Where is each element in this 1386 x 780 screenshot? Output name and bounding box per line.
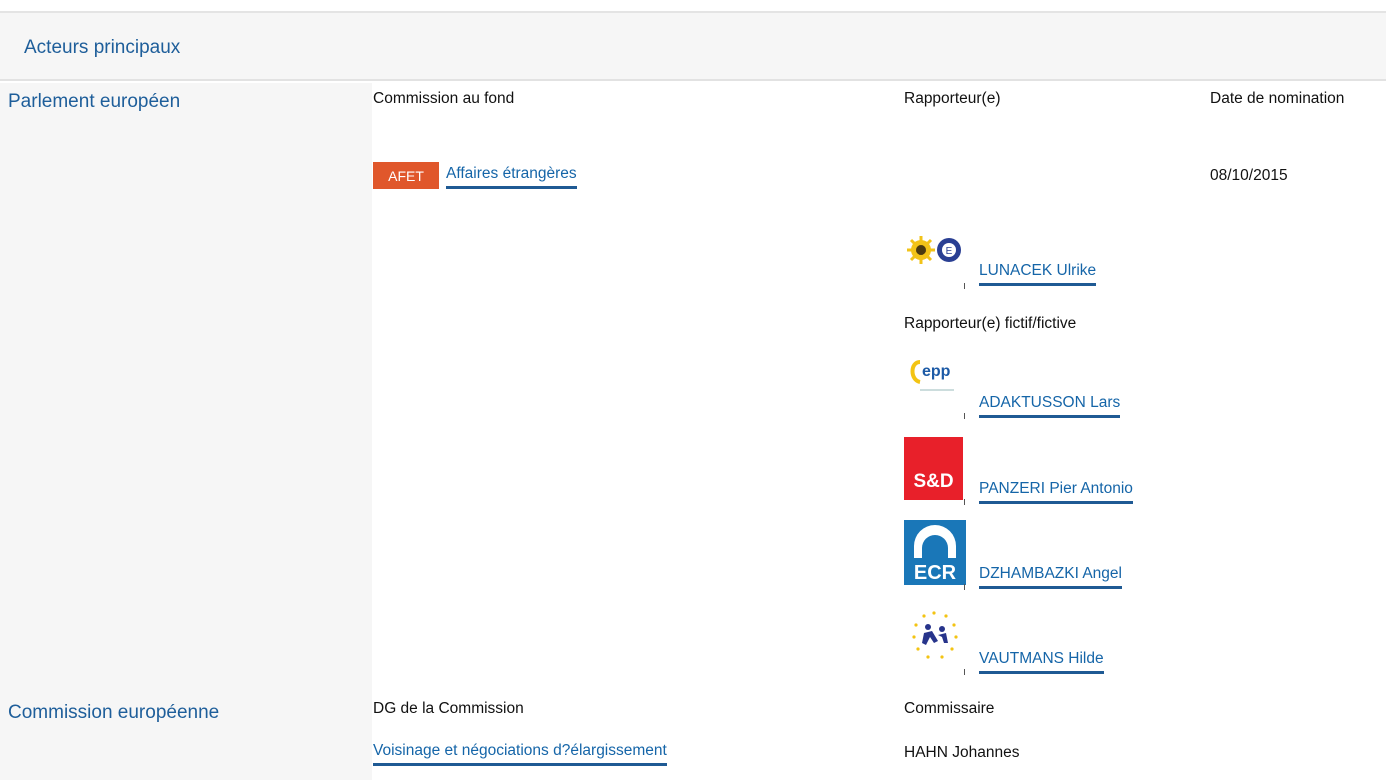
epp-logo: epp [904, 354, 966, 400]
committee-column-header: Commission au fond [373, 90, 515, 107]
commission-title: Commission européenne [8, 702, 220, 723]
date-column-header: Date de nomination [1210, 90, 1345, 107]
ecr-logo: ECR [904, 520, 966, 585]
actors-label-column: Parlement européen Commission européenne [0, 83, 372, 780]
link-marker [964, 413, 965, 419]
shadow-rapporteur-link[interactable]: PANZERI Pier Antonio [979, 480, 1133, 504]
committee-link[interactable]: Affaires étrangères [446, 165, 577, 189]
nomination-date: 08/10/2015 [1210, 167, 1288, 184]
link-marker [964, 669, 965, 675]
svg-text:epp: epp [922, 363, 951, 380]
section-header: Acteurs principaux [0, 13, 1386, 81]
shadow-rapporteur-link[interactable]: ADAKTUSSON Lars [979, 394, 1121, 418]
greens-efa-logo: E [904, 233, 966, 267]
rapporteur-column-header: Rapporteur(e) [904, 90, 1001, 107]
dg-column-header: DG de la Commission [373, 700, 524, 717]
commissioner-column-header: Commissaire [904, 700, 995, 717]
link-marker [964, 283, 965, 289]
section-title: Acteurs principaux [24, 37, 181, 58]
committee-badge: AFET [373, 162, 439, 189]
shadow-rapporteur-label: Rapporteur(e) fictif/fictive [904, 315, 1077, 332]
parliament-title: Parlement européen [8, 91, 181, 112]
alde-logo [904, 605, 966, 667]
link-marker [964, 499, 965, 505]
shadow-rapporteur-link[interactable]: DZHAMBAZKI Angel [979, 565, 1122, 589]
svg-text:E: E [946, 246, 953, 257]
rapporteur-link[interactable]: LUNACEK Ulrike [979, 262, 1097, 286]
sd-logo: S&D [904, 437, 963, 500]
dg-link[interactable]: Voisinage et négociations d?élargissemen… [373, 742, 667, 766]
shadow-rapporteur-link[interactable]: VAUTMANS Hilde [979, 650, 1104, 674]
commissioner-name: HAHN Johannes [904, 744, 1020, 761]
link-marker [964, 584, 965, 590]
